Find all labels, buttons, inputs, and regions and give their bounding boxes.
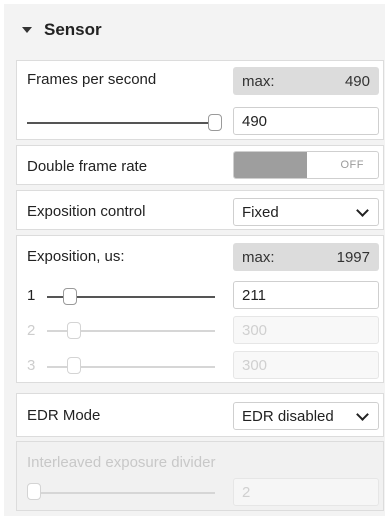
fps-max-box: max: 490	[233, 67, 379, 95]
fps-group: Frames per second max: 490	[16, 60, 384, 140]
exposition-row-index: 1	[27, 287, 36, 304]
sensor-panel: Sensor Frames per second max: 490 Double…	[4, 4, 385, 516]
edr-select[interactable]: EDR disabled	[233, 402, 379, 430]
exposition-input	[233, 351, 379, 379]
fps-max-key: max:	[242, 73, 275, 90]
fps-slider-track[interactable]	[27, 122, 215, 124]
exposition-control-group: Exposition control Fixed	[16, 190, 384, 230]
edr-value: EDR disabled	[242, 408, 334, 425]
chevron-down-icon	[356, 408, 369, 421]
fps-max-value: 490	[344, 73, 370, 90]
double-rate-group: Double frame rate OFF	[16, 145, 384, 185]
chevron-down-icon	[356, 204, 369, 217]
fps-slider-thumb[interactable]	[208, 114, 222, 131]
toggle-state: OFF	[340, 159, 364, 171]
exposition-slider-thumb[interactable]	[63, 288, 77, 305]
edr-group: EDR Mode EDR disabled	[16, 393, 384, 437]
exposition-control-label: Exposition control	[27, 203, 146, 220]
toggle-knob	[234, 152, 307, 178]
exposition-input	[233, 316, 379, 344]
exposition-max-box: max: 1997	[233, 243, 379, 271]
section-title: Sensor	[44, 20, 102, 39]
exposition-max-value: 1997	[336, 249, 370, 266]
caret-down-icon[interactable]	[22, 27, 32, 33]
double-rate-label: Double frame rate	[27, 158, 148, 175]
interleaved-input	[233, 478, 379, 506]
exposition-slider-thumb	[67, 322, 81, 339]
interleaved-label: Interleaved exposure divider	[27, 454, 216, 471]
exposition-control-value: Fixed	[242, 204, 279, 221]
exposition-group: Exposition, us: max: 1997 1 2 3	[16, 235, 384, 383]
fps-input[interactable]	[233, 107, 379, 135]
sensor-section-header[interactable]: Sensor	[4, 4, 385, 56]
exposition-input[interactable]	[233, 281, 379, 309]
interleaved-slider-thumb	[27, 483, 41, 500]
interleaved-group: Interleaved exposure divider	[16, 441, 384, 511]
interleaved-slider-track	[27, 492, 215, 494]
exposition-control-select[interactable]: Fixed	[233, 198, 379, 226]
exposition-slider-thumb	[67, 357, 81, 374]
exposition-label: Exposition, us:	[27, 248, 125, 265]
exposition-row-index: 3	[27, 357, 36, 374]
fps-label: Frames per second	[27, 71, 157, 88]
exposition-row-index: 2	[27, 322, 36, 339]
exposition-max-key: max:	[242, 249, 275, 266]
double-rate-toggle[interactable]: OFF	[233, 151, 379, 179]
edr-label: EDR Mode	[27, 407, 101, 424]
